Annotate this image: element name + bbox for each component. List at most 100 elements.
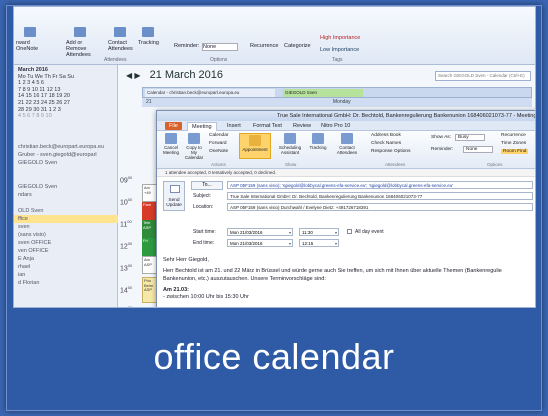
time-label: 1300 (120, 263, 133, 273)
check-names-button[interactable]: Check Names (371, 141, 401, 146)
show-as-select[interactable]: Busy (455, 134, 485, 141)
reminder-select[interactable]: None (463, 146, 493, 153)
tracking-icon (312, 133, 324, 144)
meeting-body[interactable]: Sehr Herr Giegold, Herr Bechtold ist am … (163, 257, 533, 305)
mini-calendar-week[interactable]: 4 5 6 7 8 9 10 (18, 113, 114, 120)
ribbon-group-options: Options (210, 57, 228, 63)
mini-calendar-week[interactable]: 14 15 16 17 18 19 20 (18, 93, 114, 100)
body-line: Bankenunion, etc.) auszutauschen. Unsere… (163, 275, 326, 282)
ribbon-group-attendees: Attendees (385, 162, 406, 167)
to-field[interactable]: ASP 05F159 (sans visio); 'sgiegold@lobby… (227, 181, 533, 189)
ribbon-tracking[interactable]: Tracking (138, 40, 159, 46)
scheduling-icon (284, 133, 296, 144)
to-button[interactable]: To... (191, 181, 223, 190)
ribbon-group-options: Options (487, 162, 503, 167)
mini-calendar-week[interactable]: 21 22 23 24 25 26 27 (18, 100, 114, 107)
forward-button[interactable]: Forward (209, 141, 227, 146)
list-item[interactable]: ian (14, 271, 118, 279)
send-update-button[interactable]: Send Update (163, 181, 185, 211)
list-item[interactable]: d Florian (14, 279, 118, 287)
ribbon-recurrence[interactable]: Recurrence (250, 43, 278, 49)
copy-to-calendar-button[interactable]: Copy to My Calendar (183, 133, 205, 160)
room-finder-button[interactable]: Room Find (501, 149, 529, 154)
contact-attendees-button[interactable]: Contact Attendees (333, 133, 361, 155)
tab-file[interactable]: File (165, 122, 182, 130)
recurrence-button[interactable]: Recurrence (501, 133, 526, 138)
list-item[interactable]: E Anja (14, 255, 118, 263)
chevron-down-icon: ▾ (288, 241, 291, 246)
envelope-icon (170, 185, 180, 193)
list-item[interactable]: GIEGOLD Sven (14, 159, 118, 167)
end-time-label: End time: (193, 240, 215, 246)
tab-format-text[interactable]: Format Text (249, 122, 286, 130)
response-options-button[interactable]: Response Options (371, 149, 410, 154)
mini-calendar-week[interactable]: 7 8 9 10 11 12 13 (18, 87, 114, 94)
start-time-label: Start time: (193, 229, 216, 235)
start-date-select[interactable]: Mon 21/03/2016 ▾ (227, 228, 293, 236)
cancel-meeting-button[interactable]: Cancel Meeting (161, 133, 181, 155)
slide-frame: rward OneNote Add or Remove Attendees Co… (6, 5, 542, 411)
appointment-button[interactable]: Appointment (239, 133, 271, 159)
ribbon-forward-onenote[interactable]: rward OneNote (16, 40, 52, 52)
list-item[interactable]: ven OFFICE (14, 247, 118, 255)
ribbon-reminder-select[interactable]: None (202, 43, 238, 51)
calendar-copy-icon (188, 133, 200, 144)
tab-giegold-sven[interactable]: GIEGOLD Sven (283, 89, 363, 97)
list-item[interactable] (14, 199, 118, 207)
tab-meeting[interactable]: Meeting (187, 122, 217, 131)
navigation-pane: March 2016 Mo Tu We Th Fr Sa Su 1 2 3 4 … (14, 65, 118, 307)
onenote-button[interactable]: OneNote (209, 149, 228, 154)
tab-insert[interactable]: Insert (223, 122, 245, 130)
ribbon-contact-attendees[interactable]: Contact Attendees (108, 40, 134, 52)
contact-icon (341, 133, 353, 144)
mini-calendar-week[interactable]: 28 29 30 31 1 2 3 (18, 107, 114, 114)
list-item[interactable]: sven OFFICE (14, 239, 118, 247)
meeting-title-bar: True Sale International GmbH: Dr. Bechto… (157, 111, 535, 121)
ribbon-group-tags: Tags (332, 57, 343, 63)
list-item[interactable]: rhael (14, 263, 118, 271)
calendar-list: christian.beck@europart.europa.eu Gruber… (14, 143, 118, 287)
all-day-checkbox[interactable] (347, 229, 352, 234)
end-time-select[interactable]: 12:15 ▾ (299, 239, 339, 247)
list-item[interactable]: OLD Sven (14, 207, 118, 215)
ribbon-categorize[interactable]: Categorize (284, 43, 311, 49)
ribbon-add-remove-attendees[interactable]: Add or Remove Attendees (66, 40, 102, 58)
attendees-icon (74, 27, 86, 37)
ribbon-low-importance[interactable]: Low Importance (320, 47, 359, 53)
mini-calendar[interactable]: March 2016 Mo Tu We Th Fr Sa Su 1 2 3 4 … (18, 67, 114, 120)
location-field[interactable]: ASP 05F159 (sans visio) Durchwahl / Evel… (227, 203, 533, 211)
scheduling-assistant-button[interactable]: Scheduling Assistant (275, 133, 305, 155)
list-item[interactable]: GIEGOLD Sven (14, 183, 118, 191)
prev-arrow-icon[interactable]: ◀ ▶ (126, 71, 141, 80)
list-item[interactable]: ndars (14, 191, 118, 199)
attendee-info-bar: 1 attendee accepted, 0 tentatively accep… (157, 169, 535, 177)
ribbon-group-actions: Actions (211, 162, 226, 167)
address-book-button[interactable]: Address Book (371, 133, 401, 138)
time-label: 1400 (120, 285, 133, 295)
list-item[interactable] (14, 175, 118, 183)
cancel-icon (165, 133, 177, 144)
tracking-button[interactable]: Tracking (307, 133, 329, 150)
tab-review[interactable]: Review (289, 122, 315, 130)
ribbon-high-importance[interactable]: High Importance (320, 35, 360, 41)
start-time-select[interactable]: 11:30 ▾ (299, 228, 339, 236)
end-date-select[interactable]: Mon 21/03/2016 ▾ (227, 239, 293, 247)
forward-icon (24, 27, 36, 37)
list-item[interactable]: christian.beck@europart.europa.eu (14, 143, 118, 151)
outlook-ribbon: rward OneNote Add or Remove Attendees Co… (14, 7, 535, 65)
tab-calendar-beck[interactable]: Calendar - christian.beck@europarl.europ… (145, 89, 275, 97)
list-item[interactable] (14, 167, 118, 175)
time-label: 1000 (120, 197, 133, 207)
subject-field[interactable]: True Sale International GmbH: Dr. Bechto… (227, 192, 533, 200)
calendar-button[interactable]: Calendar (209, 133, 228, 138)
meeting-ribbon: Cancel Meeting Copy to My Calendar Calen… (157, 131, 535, 169)
tracking-icon (142, 27, 154, 37)
search-input[interactable]: Search GIEGOLD Sven - Calendar (Ctrl+E) (435, 71, 531, 81)
list-item[interactable]: Gruber - sven.giegold@europarl (14, 151, 118, 159)
time-zones-button[interactable]: Time Zones (501, 141, 526, 146)
mini-calendar-week[interactable]: 1 2 3 4 5 6 (18, 80, 114, 87)
tab-nitro[interactable]: Nitro Pro 10 (317, 122, 354, 130)
list-item[interactable]: (sans visio) (14, 231, 118, 239)
list-item[interactable]: ffice (14, 215, 118, 223)
list-item[interactable]: sven (14, 223, 118, 231)
